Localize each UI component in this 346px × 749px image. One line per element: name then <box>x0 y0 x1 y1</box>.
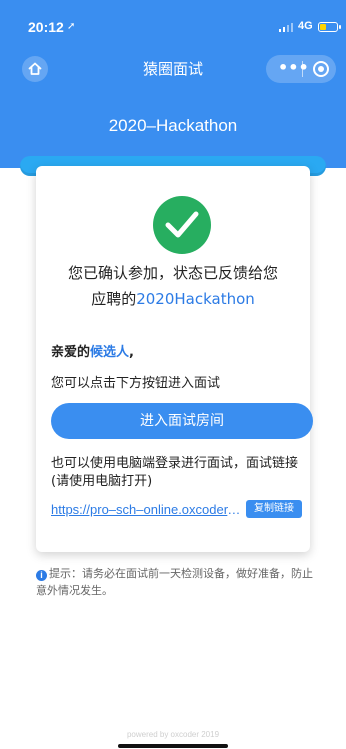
network-type: 4G <box>298 20 313 32</box>
miniprogram-capsule: ••• <box>266 55 336 83</box>
status-time: 20:12 <box>28 19 64 35</box>
candidate-name: 候选人 <box>90 345 130 360</box>
confirm-message: 您已确认参加，状态已反馈给您 <box>67 264 278 282</box>
more-dots-icon[interactable]: ••• <box>278 58 309 77</box>
signal-icon <box>279 23 293 32</box>
capsule-divider <box>302 61 303 77</box>
copy-link-button[interactable]: 复制链接 <box>246 500 302 518</box>
pc-login-note: 也可以使用电脑端登录进行面试，面试链接(请使用电脑打开) <box>51 456 299 489</box>
battery-icon <box>318 22 341 32</box>
confirm-message-event: 应聘的2020Hackathon <box>36 288 310 309</box>
event-title: 2020–Hackathon <box>108 116 238 135</box>
enter-interview-room-button[interactable]: 进入面试房间 <box>51 403 313 439</box>
target-icon[interactable] <box>313 61 329 77</box>
powered-by: powered by oxcoder 2019 <box>126 730 220 739</box>
confirm-event-name: 2020Hackathon <box>136 290 255 308</box>
location-arrow-icon: ➚ <box>67 21 76 32</box>
confirm-prefix: 应聘的 <box>91 290 137 308</box>
tip: i 提示：请务必在面试前一天检测设备，做好准备，防止意外情况发生。 <box>36 565 322 599</box>
greeting: 亲爱的候选人, <box>51 341 134 360</box>
header: 20:12 ➚ 4G 猿圈面试 ••• 2020–Hackathon <box>0 0 346 168</box>
status-bar: 20:12 ➚ 4G <box>0 0 346 48</box>
greeting-suffix: , <box>129 345 134 360</box>
confirmation-card: 您已确认参加，状态已反馈给您 应聘的2020Hackathon 亲爱的候选人, … <box>36 166 313 552</box>
enter-hint: 您可以点击下方按钮进入面试 <box>51 376 221 391</box>
success-check-icon <box>153 196 211 254</box>
battery-fill <box>320 24 326 30</box>
home-indicator[interactable] <box>118 744 228 748</box>
tip-text: 提示：请务必在面试前一天检测设备，做好准备，防止意外情况发生。 <box>36 567 313 597</box>
greeting-prefix: 亲爱的 <box>51 345 91 360</box>
info-icon: i <box>36 570 47 581</box>
interview-link[interactable]: https://pro–sch–online.oxcoder.com <box>51 502 243 517</box>
